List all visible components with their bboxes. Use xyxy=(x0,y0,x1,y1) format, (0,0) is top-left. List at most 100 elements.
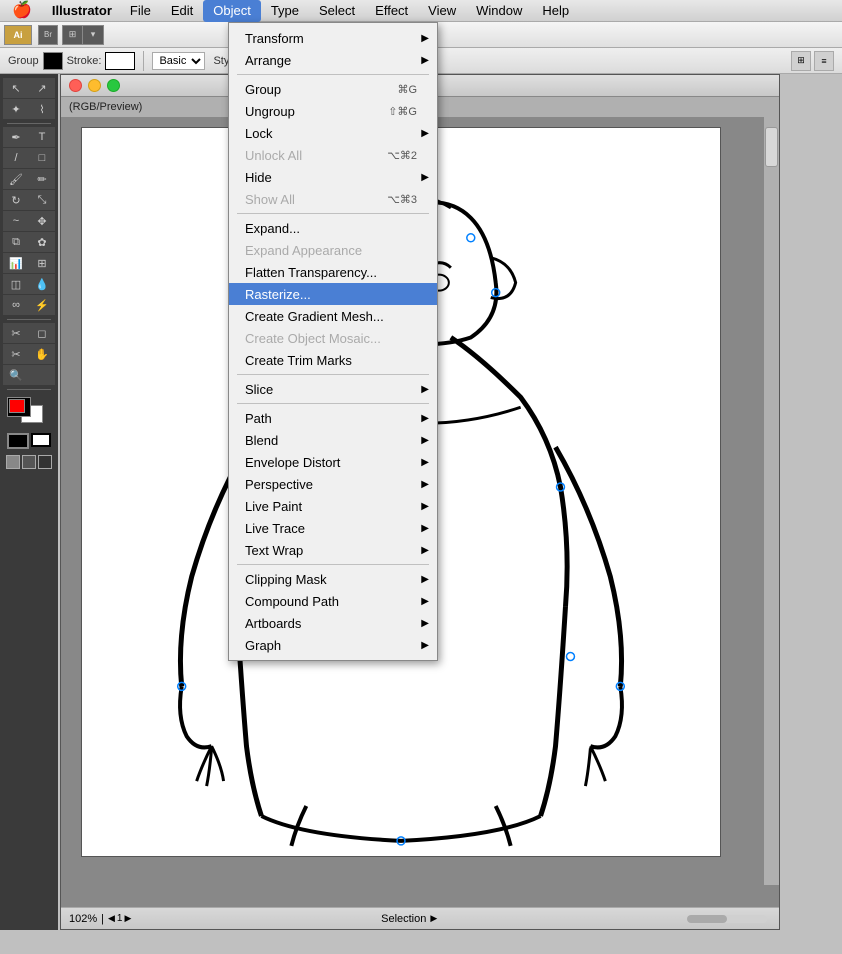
menu-edit[interactable]: Edit xyxy=(161,0,203,22)
menu-item-slice[interactable]: Slice▶ xyxy=(229,378,437,400)
menu-item-ungroup[interactable]: Ungroup⇧⌘G xyxy=(229,100,437,122)
menu-type[interactable]: Type xyxy=(261,0,309,22)
menu-effect[interactable]: Effect xyxy=(365,0,418,22)
menu-item-graph[interactable]: Graph▶ xyxy=(229,634,437,656)
stroke-red[interactable] xyxy=(9,399,25,413)
line-tool[interactable]: / xyxy=(3,148,29,168)
app-name: Illustrator xyxy=(44,0,120,22)
stroke-label: Stroke: xyxy=(67,55,102,67)
align-btn[interactable]: ≡ xyxy=(814,51,834,71)
menu-select[interactable]: Select xyxy=(309,0,365,22)
rotate-tool[interactable]: ↻ xyxy=(3,190,29,210)
symbol-tool[interactable]: ✿ xyxy=(29,232,55,252)
eraser-tool[interactable]: ◻ xyxy=(29,323,55,343)
nav-prev[interactable]: ◀ xyxy=(108,913,115,924)
eyedropper-tool[interactable]: 💧 xyxy=(29,274,55,294)
menu-item-arrange[interactable]: Arrange▶ xyxy=(229,49,437,71)
nav-next[interactable]: ▶ xyxy=(124,913,131,924)
menu-item-arrow: ▶ xyxy=(421,596,429,607)
pencil-tool[interactable]: ✏ xyxy=(29,169,55,189)
window-bottom-bar: 102% | ◀ 1 ▶ Selection ▶ xyxy=(61,907,779,929)
tool-row-5: 🖌 ✏ xyxy=(3,169,55,189)
menu-window[interactable]: Window xyxy=(466,0,532,22)
menu-item-arrow: ▶ xyxy=(421,384,429,395)
menu-item-group[interactable]: Group⌘G xyxy=(229,78,437,100)
select-tool[interactable]: ↖ xyxy=(3,78,29,98)
menu-item-unlock-all: Unlock All⌥⌘2 xyxy=(229,144,437,166)
warp-tool[interactable]: ~ xyxy=(3,211,29,231)
menu-item-hide[interactable]: Hide▶ xyxy=(229,166,437,188)
menu-file[interactable]: File xyxy=(120,0,161,22)
lasso-tool[interactable]: ⌇ xyxy=(29,99,55,119)
menu-item-create-gradient-mesh[interactable]: Create Gradient Mesh... xyxy=(229,305,437,327)
scale-tool[interactable]: ⤡ xyxy=(29,190,55,210)
menu-item-live-trace[interactable]: Live Trace▶ xyxy=(229,517,437,539)
view-btn-1[interactable]: ⊞ xyxy=(63,26,83,44)
menu-item-path[interactable]: Path▶ xyxy=(229,407,437,429)
tool-row-12: ✂ ◻ xyxy=(3,323,55,343)
grid-btn[interactable]: ⊞ xyxy=(791,51,811,71)
slice-tool[interactable]: ✂ xyxy=(3,323,29,343)
tool-row-13: ✂ ✋ xyxy=(3,344,55,364)
bridge-btn[interactable]: Br xyxy=(38,25,58,45)
scrollbar-thumb[interactable] xyxy=(765,127,778,167)
menu-item-rasterize[interactable]: Rasterize... xyxy=(229,283,437,305)
menu-item-blend[interactable]: Blend▶ xyxy=(229,429,437,451)
menu-object[interactable]: Object xyxy=(203,0,261,22)
zoom-tool[interactable]: 🔍 xyxy=(3,365,29,385)
menu-item-artboards[interactable]: Artboards▶ xyxy=(229,612,437,634)
screen-mode-1[interactable] xyxy=(6,455,20,469)
menu-help[interactable]: Help xyxy=(532,0,579,22)
menu-item-envelope-distort[interactable]: Envelope Distort▶ xyxy=(229,451,437,473)
screen-mode-2[interactable] xyxy=(22,455,36,469)
mesh-tool[interactable]: ⊞ xyxy=(29,253,55,273)
group-label: Group xyxy=(8,55,39,67)
fill-box[interactable] xyxy=(7,433,29,449)
rect-tool[interactable]: □ xyxy=(29,148,55,168)
magic-wand-tool[interactable]: ✦ xyxy=(3,99,29,119)
stroke-swatch[interactable] xyxy=(105,52,135,70)
close-button[interactable] xyxy=(69,79,82,92)
menu-item-perspective[interactable]: Perspective▶ xyxy=(229,473,437,495)
menu-item-text-wrap[interactable]: Text Wrap▶ xyxy=(229,539,437,561)
graph-tool[interactable]: 📊 xyxy=(3,253,29,273)
menu-item-transform[interactable]: Transform▶ xyxy=(229,27,437,49)
blend-tool[interactable]: ∞ xyxy=(3,295,29,315)
menu-separator xyxy=(237,564,429,565)
pen-tool[interactable]: ✒ xyxy=(3,127,29,147)
menu-separator xyxy=(237,213,429,214)
menu-item-arrow: ▶ xyxy=(421,128,429,139)
gradient-tool[interactable]: ◫ xyxy=(3,274,29,294)
minimize-button[interactable] xyxy=(88,79,101,92)
menu-item-expand[interactable]: Expand... xyxy=(229,217,437,239)
apple-menu[interactable]: 🍎 xyxy=(0,0,44,22)
menu-item-label: Clipping Mask xyxy=(245,572,327,587)
fill-swatch[interactable] xyxy=(43,52,63,70)
hand-tool[interactable]: ✋ xyxy=(29,344,55,364)
stroke-box[interactable] xyxy=(31,433,51,447)
menu-item-flatten-transparency[interactable]: Flatten Transparency... xyxy=(229,261,437,283)
menu-item-clipping-mask[interactable]: Clipping Mask ▶ xyxy=(229,568,437,590)
brush-tool[interactable]: 🖌 xyxy=(3,169,29,189)
menu-item-lock[interactable]: Lock▶ xyxy=(229,122,437,144)
menu-item-arrow: ▶ xyxy=(421,574,429,585)
document-tab[interactable]: (RGB/Preview) xyxy=(69,101,142,113)
scissors-tool[interactable]: ✂ xyxy=(3,344,29,364)
auto-trace-tool[interactable]: ⚡ xyxy=(29,295,55,315)
type-tool[interactable]: T xyxy=(29,127,55,147)
menu-item-label: Artboards xyxy=(245,616,301,631)
tool-row-4: / □ xyxy=(3,148,55,168)
screen-mode-3[interactable] xyxy=(38,455,52,469)
direct-select-tool[interactable]: ↗ xyxy=(29,78,55,98)
vertical-scrollbar[interactable] xyxy=(764,117,779,885)
menu-item-live-paint[interactable]: Live Paint▶ xyxy=(229,495,437,517)
reshape-tool[interactable]: ✥ xyxy=(29,211,55,231)
menu-view[interactable]: View xyxy=(418,0,466,22)
menu-item-compound-path[interactable]: Compound Path▶ xyxy=(229,590,437,612)
view-buttons: ⊞ ▾ xyxy=(62,25,104,45)
style-select[interactable]: Basic xyxy=(152,52,205,70)
view-btn-2[interactable]: ▾ xyxy=(83,26,103,44)
maximize-button[interactable] xyxy=(107,79,120,92)
free-transform-tool[interactable]: ⧉ xyxy=(3,232,29,252)
menu-item-create-trim-marks[interactable]: Create Trim Marks xyxy=(229,349,437,371)
